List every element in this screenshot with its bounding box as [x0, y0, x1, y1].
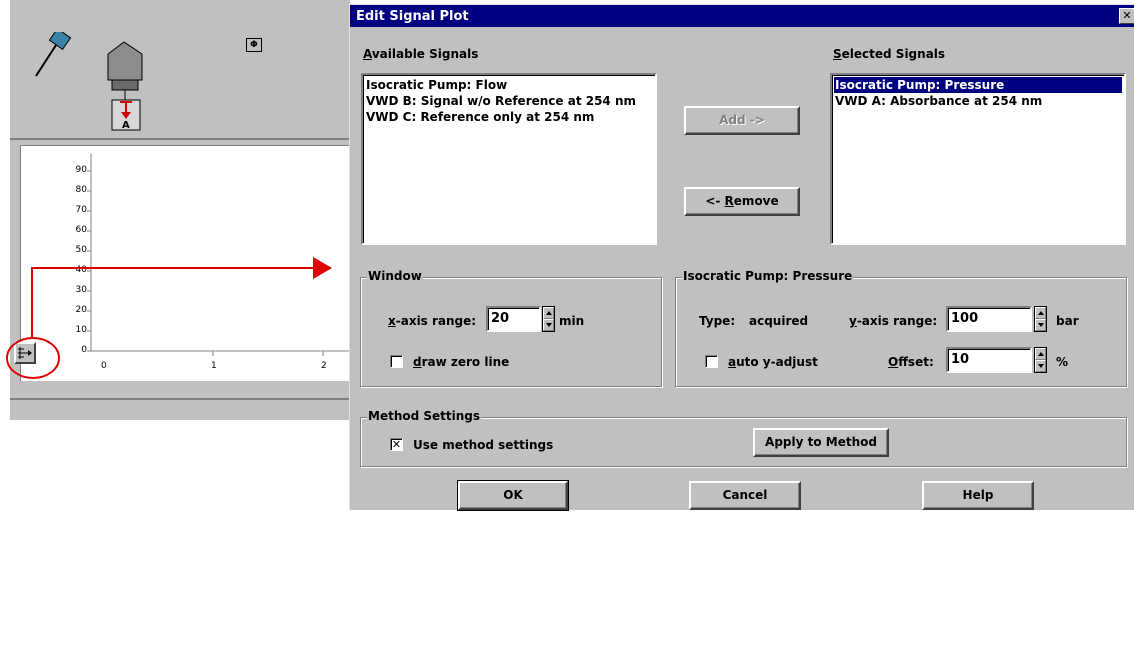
spin-up-icon[interactable]: [1035, 307, 1046, 319]
use-method-settings-checkbox[interactable]: ✕: [390, 438, 403, 451]
type-label: Type:: [699, 314, 736, 328]
selected-signals-mnemonic: S: [833, 47, 842, 61]
cancel-button[interactable]: Cancel: [689, 481, 801, 510]
y-tick-label: 30: [75, 285, 87, 295]
offset-input[interactable]: 10: [946, 347, 1032, 373]
x-axis-unit: min: [559, 314, 585, 328]
draw-zero-text: raw zero line: [421, 355, 510, 369]
auto-y-adjust-label: auto y-adjust: [728, 355, 818, 369]
available-signals-list[interactable]: Isocratic Pump: Flow VWD B: Signal w/o R…: [361, 73, 657, 245]
close-icon: ✕: [1122, 9, 1132, 22]
window-group: Window x-axis range: 20 min draw zero li…: [360, 269, 662, 387]
x-axis-range-input[interactable]: 20: [486, 306, 541, 332]
x-axis-text: -axis range:: [395, 314, 477, 328]
offset-label: Offset:: [888, 355, 934, 369]
spin-down-icon[interactable]: [1035, 360, 1046, 372]
remove-text: emove: [733, 194, 779, 208]
x-axis-mnemonic: x: [388, 314, 396, 328]
edit-signal-plot-dialog: Edit Signal Plot ✕ Available Signals Iso…: [349, 4, 1134, 511]
y-tick-label: 40: [75, 265, 87, 275]
y-axis-range-input[interactable]: 100: [946, 306, 1032, 332]
method-group-title: Method Settings: [367, 409, 482, 423]
svg-text:A: A: [122, 120, 130, 131]
available-signals-label: Available Signals: [363, 47, 478, 61]
type-value: acquired: [749, 314, 809, 328]
edit-signal-plot-button[interactable]: [14, 342, 36, 364]
x-tick-label: 2: [321, 361, 327, 371]
y-tick-label: 90: [75, 165, 87, 175]
y-axis-mnemonic: y: [849, 314, 857, 328]
window-group-title: Window: [367, 269, 423, 283]
y-axis-range-label: y-axis range:: [849, 314, 937, 328]
x-tick-label: 1: [211, 361, 217, 371]
y-tick-label: 20: [75, 305, 87, 315]
spin-down-icon[interactable]: [1035, 319, 1046, 331]
method-settings-group: Method Settings ✕ Use method settings Ap…: [360, 409, 1127, 467]
x-axis-range-label: x-axis range:: [388, 314, 476, 328]
syringe-icon: [35, 32, 72, 77]
ok-button[interactable]: OK: [457, 480, 569, 511]
available-signals-text: vailable Signals: [371, 47, 479, 61]
offset-unit: %: [1056, 355, 1069, 369]
available-signals-mnemonic: A: [363, 47, 372, 61]
draw-zero-mnemonic: d: [413, 355, 422, 369]
apply-to-method-button[interactable]: Apply to Method: [753, 428, 889, 457]
dialog-titlebar[interactable]: Edit Signal Plot ✕: [350, 5, 1134, 27]
list-item[interactable]: Isocratic Pump: Flow: [365, 77, 653, 93]
selected-signals-text: elected Signals: [841, 47, 946, 61]
list-item-selected[interactable]: Isocratic Pump: Pressure: [834, 77, 1122, 93]
remove-mnemonic: R: [724, 194, 734, 208]
signal-settings-group: Isocratic Pump: Pressure Type: acquired …: [675, 269, 1127, 387]
spin-down-icon[interactable]: [543, 319, 554, 331]
signal-plot-icon: [18, 347, 32, 359]
y-axis-text: -axis range:: [856, 314, 938, 328]
offset-text: ffset:: [898, 355, 934, 369]
remove-arrow-text: <-: [705, 194, 725, 208]
add-button[interactable]: Add ->: [684, 106, 800, 135]
status-divider: [10, 398, 350, 400]
dialog-title: Edit Signal Plot: [356, 9, 469, 24]
offset-mnemonic: O: [888, 355, 899, 369]
spin-up-icon[interactable]: [543, 307, 554, 319]
use-method-settings-label: Use method settings: [413, 438, 554, 452]
selected-signals-list[interactable]: Isocratic Pump: Pressure VWD A: Absorban…: [830, 73, 1126, 245]
signal-group-title: Isocratic Pump: Pressure: [682, 269, 854, 283]
instrument-diagram-area: A Φ: [10, 0, 350, 140]
offset-spinner[interactable]: [1034, 347, 1047, 373]
remove-button[interactable]: <- Remove: [684, 187, 800, 216]
selected-signals-label: Selected Signals: [833, 47, 945, 61]
spin-up-icon[interactable]: [1035, 348, 1046, 360]
x-tick-label: 0: [101, 361, 107, 371]
y-tick-label: 60: [75, 225, 87, 235]
draw-zero-line-label: draw zero line: [413, 355, 509, 369]
signal-plot: 90 80 70 60 50 40 30 20 10 0 0 1 2: [20, 145, 351, 381]
pump-icon: A: [107, 41, 143, 131]
list-item[interactable]: VWD C: Reference only at 254 nm: [365, 109, 653, 125]
list-item[interactable]: VWD B: Signal w/o Reference at 254 nm: [365, 93, 653, 109]
draw-zero-line-checkbox[interactable]: [390, 355, 403, 368]
close-button[interactable]: ✕: [1119, 8, 1134, 24]
auto-mnemonic: a: [728, 355, 737, 369]
auto-y-adjust-checkbox[interactable]: [705, 355, 718, 368]
x-axis-range-spinner[interactable]: [542, 306, 555, 332]
y-tick-label: 70: [75, 205, 87, 215]
y-tick-label: 0: [81, 345, 87, 355]
list-item[interactable]: VWD A: Absorbance at 254 nm: [834, 93, 1122, 109]
help-button[interactable]: Help: [922, 481, 1034, 510]
background-application: A Φ 90 80 70 60 50 40 30 20 10 0 0 1 2: [10, 0, 351, 420]
y-axis-range-spinner[interactable]: [1034, 306, 1047, 332]
auto-text: uto y-adjust: [736, 355, 818, 369]
module-status-icon[interactable]: Φ: [246, 38, 262, 52]
check-mark-icon: ✕: [391, 438, 402, 451]
y-tick-label: 80: [75, 185, 87, 195]
y-axis-unit: bar: [1056, 314, 1079, 328]
y-tick-label: 10: [75, 325, 87, 335]
y-tick-label: 50: [75, 245, 87, 255]
